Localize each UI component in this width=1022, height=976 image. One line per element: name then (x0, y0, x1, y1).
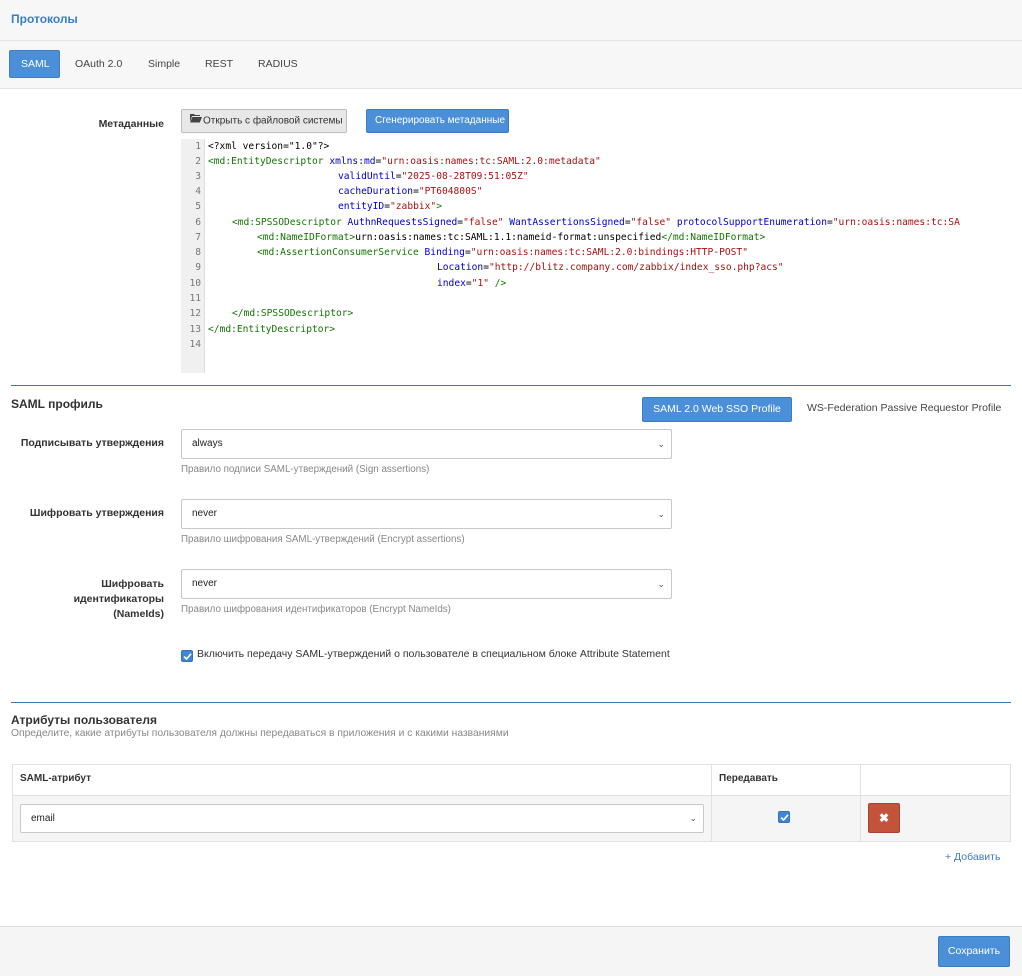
chevron-down-icon: ⌄ (657, 509, 665, 519)
encrypt-assertions-help: Правило шифрования SAML-утверждений (Enc… (181, 534, 465, 545)
line-number: 11 (189, 293, 201, 304)
encrypt-nameids-label: Шифровать идентификаторы (NameIds) (10, 577, 164, 622)
column-header-send: Передавать (719, 773, 778, 784)
encrypt-nameids-label-line2: (NameIds) (113, 608, 164, 620)
section-divider (11, 385, 1011, 386)
encrypt-nameids-select[interactable]: never ⌄ (181, 569, 672, 599)
attributes-table: SAML-атрибут Передавать email ⌄ ✖ (12, 764, 1011, 842)
attribute-statement-checkbox[interactable] (181, 650, 193, 662)
code-line: <md:SPSSODescriptor AuthnRequestsSigned=… (232, 217, 960, 228)
line-number: 8 (195, 247, 201, 258)
code-line: <md:AssertionConsumerService Binding="ur… (257, 247, 748, 258)
line-number: 3 (195, 171, 201, 182)
protocol-tabs: SAML OAuth 2.0 Simple REST RADIUS (0, 41, 1022, 89)
sign-assertions-select[interactable]: always ⌄ (181, 429, 672, 459)
saml-attribute-value: email (31, 813, 55, 824)
line-number: 1 (195, 141, 201, 152)
folder-open-icon (190, 110, 202, 132)
check-icon (780, 814, 789, 822)
line-number: 4 (195, 186, 201, 197)
send-attribute-checkbox[interactable] (778, 811, 790, 823)
page-header: Протоколы (0, 0, 1022, 41)
tab-oauth[interactable]: OAuth 2.0 (64, 50, 133, 78)
code-line: <md:EntityDescriptor xmlns:md="urn:oasis… (208, 156, 601, 167)
add-attribute-link[interactable]: + Добавить (945, 851, 1000, 863)
code-line: cacheDuration="PT604800S" (338, 186, 483, 197)
encrypt-nameids-value: never (192, 578, 218, 589)
check-icon (183, 653, 192, 661)
page-footer: Сохранить (0, 926, 1022, 976)
line-number: 5 (195, 201, 201, 212)
line-number: 6 (195, 217, 201, 228)
chevron-down-icon: ⌄ (657, 579, 665, 589)
attribute-statement-label: Включить передачу SAML-утверждений о пол… (197, 648, 670, 660)
saml-web-sso-profile-button[interactable]: SAML 2.0 Web SSO Profile (642, 397, 792, 422)
encrypt-assertions-value: never (192, 508, 218, 519)
line-number: 7 (195, 232, 201, 243)
tab-saml[interactable]: SAML (9, 50, 60, 78)
generate-metadata-button[interactable]: Сгенерировать метаданные (366, 109, 509, 133)
column-separator (711, 765, 712, 841)
save-button[interactable]: Сохранить (938, 936, 1010, 967)
line-number: 12 (189, 308, 201, 319)
page-title: Протоколы (11, 12, 78, 26)
code-line: entityID="zabbix"> (338, 201, 442, 212)
chevron-down-icon: ⌄ (689, 813, 697, 823)
encrypt-nameids-help: Правило шифрования идентификаторов (Encr… (181, 604, 451, 615)
code-line: <md:NameIDFormat>urn:oasis:names:tc:SAML… (257, 232, 766, 243)
encrypt-assertions-select[interactable]: never ⌄ (181, 499, 672, 529)
saml-attribute-select[interactable]: email ⌄ (20, 804, 704, 833)
ws-federation-profile-button[interactable]: WS-Federation Passive Requestor Profile (799, 397, 1009, 422)
close-icon: ✖ (878, 811, 890, 825)
column-separator (860, 765, 861, 841)
metadata-code-editor[interactable]: 1 2 3 4 5 6 7 8 9 10 11 12 13 14 <?xml v… (181, 139, 1011, 373)
sign-assertions-help: Правило подписи SAML-утверждений (Sign a… (181, 464, 430, 475)
line-number: 14 (189, 339, 201, 350)
tab-rest[interactable]: REST (194, 50, 244, 78)
line-number: 9 (195, 262, 201, 273)
saml-profile-title: SAML профиль (11, 397, 103, 411)
line-number: 2 (195, 156, 201, 167)
code-line: index="1" /> (437, 278, 507, 289)
code-line: </md:SPSSODescriptor> (232, 308, 354, 319)
code-line: <?xml version="1.0"?> (208, 141, 330, 152)
user-attributes-title: Атрибуты пользователя (11, 713, 157, 727)
open-file-label: Открыть с файловой системы (203, 115, 343, 127)
line-number: 10 (189, 278, 201, 289)
code-line: Location="http://blitz.company.com/zabbi… (437, 262, 784, 273)
encrypt-nameids-label-line1: Шифровать идентификаторы (73, 578, 164, 605)
sign-assertions-label: Подписывать утверждения (20, 437, 164, 449)
chevron-down-icon: ⌄ (657, 439, 665, 449)
user-attributes-subtitle: Определите, какие атрибуты пользователя … (11, 728, 509, 739)
code-line: validUntil="2025-08-28T09:51:05Z" (338, 171, 529, 182)
section-divider (11, 702, 1011, 703)
line-number-gutter: 1 2 3 4 5 6 7 8 9 10 11 12 13 14 (181, 139, 205, 373)
tab-simple[interactable]: Simple (137, 50, 191, 78)
sign-assertions-value: always (192, 438, 223, 449)
line-number: 13 (189, 324, 201, 335)
metadata-label: Метаданные (98, 118, 164, 130)
tab-radius[interactable]: RADIUS (247, 50, 309, 78)
encrypt-assertions-label: Шифровать утверждения (29, 507, 164, 519)
delete-attribute-button[interactable]: ✖ (868, 803, 900, 833)
open-file-button[interactable]: Открыть с файловой системы (181, 109, 347, 133)
column-header-saml-attribute: SAML-атрибут (20, 773, 92, 784)
code-line: </md:EntityDescriptor> (208, 324, 336, 335)
